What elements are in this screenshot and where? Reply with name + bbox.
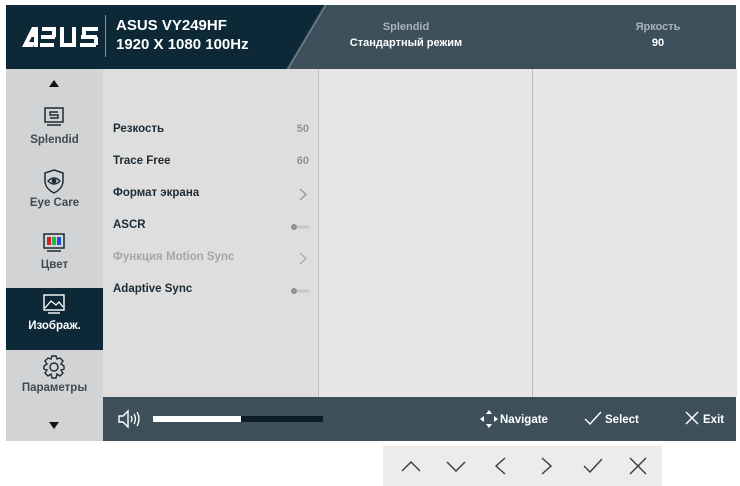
menu-item-adaptive-sync[interactable]: Adaptive Sync (113, 281, 309, 301)
sidebar-item-label: Цвет (40, 259, 69, 271)
osd-header: ASUS VY249HF 1920 X 1080 100Hz Splendid … (6, 5, 736, 69)
image-landscape-icon (43, 294, 65, 314)
chevron-right-icon (299, 188, 307, 201)
toggle-off-icon[interactable] (291, 224, 309, 230)
sidebar-item-image[interactable]: Изображ. (6, 288, 103, 350)
navigate-hint: Navigate (479, 397, 561, 441)
menu-item-label: Trace Free (113, 155, 171, 167)
sidebar-item-label: Splendid (30, 134, 79, 146)
close-icon[interactable] (627, 457, 649, 475)
model-resolution: 1920 X 1080 100Hz (116, 36, 249, 53)
sidebar-nav: Splendid Eye Care Цвет Изображ. Параметр… (6, 69, 103, 441)
menu-item-label: Формат экрана (113, 187, 200, 199)
close-icon (685, 411, 699, 425)
sidebar-item-eye-care[interactable]: Eye Care (6, 165, 103, 227)
exit-label: Exit (703, 414, 725, 426)
splendid-status: Splendid Стандартный режим (340, 19, 472, 51)
sidebar-item-label: Параметры (21, 382, 88, 394)
select-hint: Select (584, 397, 648, 441)
volume-bar[interactable] (153, 416, 323, 422)
menu-item-value: 60 (296, 155, 309, 167)
right-chevron-icon[interactable] (535, 457, 557, 475)
color-bars-icon (43, 233, 65, 252)
brightness-status-value: 90 (651, 37, 665, 49)
navigate-label: Navigate (500, 414, 548, 426)
scroll-up-arrow-icon[interactable] (49, 80, 59, 87)
chevron-right-icon (299, 252, 307, 265)
asus-logo (22, 27, 98, 47)
menu-item-motion-sync[interactable]: Функция Motion Sync (113, 249, 309, 269)
down-chevron-icon[interactable] (445, 457, 467, 475)
submenu-column: Резкость 50 Trace Free 60 Формат экрана … (103, 69, 317, 397)
model-info: ASUS VY249HF 1920 X 1080 100Hz (116, 16, 249, 54)
brightness-status: Яркость 90 (606, 19, 710, 51)
brightness-status-title: Яркость (635, 21, 681, 33)
check-icon (584, 411, 602, 426)
splendid-status-title: Splendid (382, 21, 430, 33)
menu-item-ascr[interactable]: ASCR (113, 217, 309, 237)
check-icon[interactable] (582, 457, 604, 475)
menu-item-trace-free[interactable]: Trace Free 60 (113, 153, 309, 173)
exit-hint: Exit (685, 397, 735, 441)
logo-separator (105, 15, 106, 57)
left-chevron-icon[interactable] (490, 457, 512, 475)
eye-shield-icon (44, 169, 64, 194)
hardware-keypad (383, 446, 662, 486)
menu-item-label: Функция Motion Sync (113, 251, 235, 263)
sidebar-item-label: Eye Care (29, 197, 80, 209)
menu-item-label: ASCR (113, 219, 146, 231)
up-chevron-icon[interactable] (400, 457, 422, 475)
menu-item-label: Резкость (113, 123, 165, 135)
options-column (318, 69, 532, 397)
navigate-arrows-icon (480, 410, 498, 428)
model-name: ASUS VY249HF (116, 17, 227, 34)
header-slash-divider (286, 5, 330, 69)
osd-window: ASUS VY249HF 1920 X 1080 100Hz Splendid … (6, 5, 737, 441)
splendid-status-value: Стандартный режим (349, 37, 463, 49)
volume-bar-fill (153, 416, 242, 422)
gear-icon (43, 355, 65, 379)
menu-item-sharpness[interactable]: Резкость 50 (113, 121, 309, 141)
sidebar-item-splendid[interactable]: Splendid (6, 102, 103, 164)
menu-item-value: 50 (296, 123, 309, 135)
sidebar-item-settings[interactable]: Параметры (6, 350, 103, 412)
speaker-volume-icon (118, 409, 140, 429)
menu-item-label: Adaptive Sync (113, 283, 193, 295)
menu-item-aspect-ratio[interactable]: Формат экрана (113, 185, 309, 205)
sidebar-item-color[interactable]: Цвет (6, 227, 103, 289)
monitor-splendid-icon (44, 107, 64, 126)
detail-column (532, 69, 737, 397)
toggle-off-icon[interactable] (291, 288, 309, 294)
sidebar-item-label: Изображ. (28, 320, 81, 332)
select-label: Select (605, 414, 639, 426)
osd-footer: Navigate Select Exit (103, 397, 736, 441)
scroll-down-arrow-icon[interactable] (49, 422, 59, 429)
